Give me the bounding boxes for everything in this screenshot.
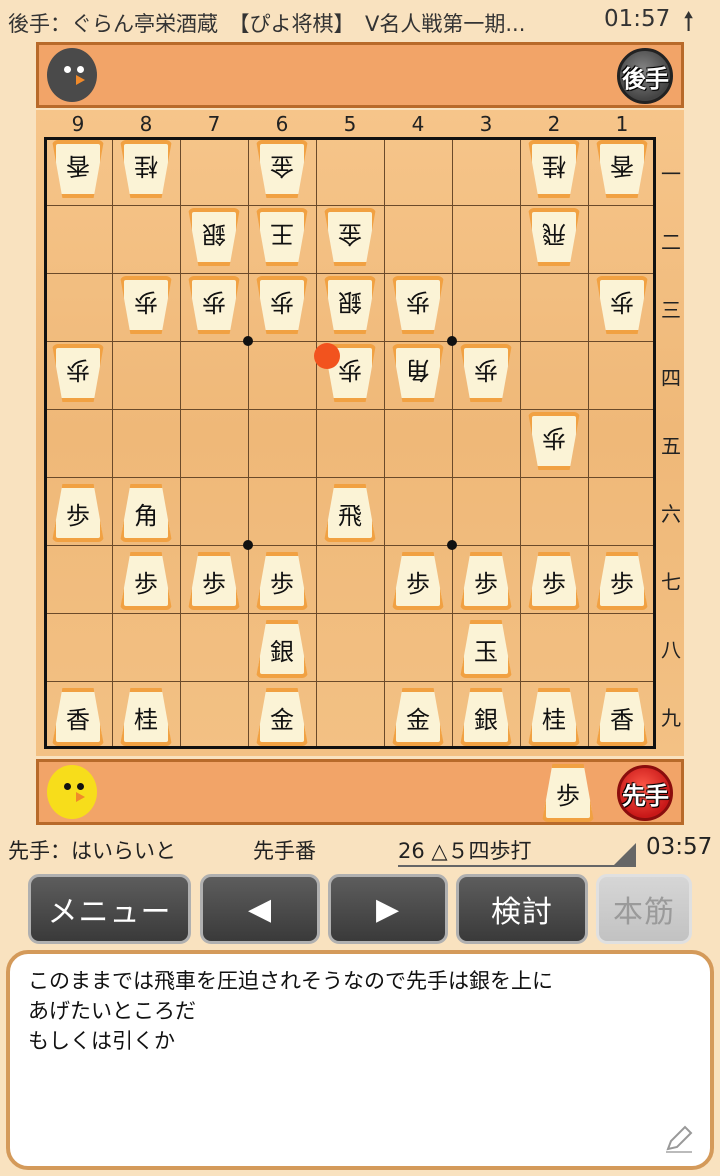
rank-label: 七: [661, 570, 681, 594]
file-label: 6: [275, 112, 289, 136]
rank-label: 八: [661, 638, 681, 662]
status-bar: 先手：はいらいと 先手番 26 △５四歩打 03:57: [0, 832, 720, 867]
grid-line: [384, 140, 385, 746]
grid-line: [47, 341, 653, 342]
analyze-button[interactable]: 検討: [456, 874, 588, 944]
grid-line: [248, 140, 249, 746]
rank-label: 六: [661, 502, 681, 526]
rank-label: 三: [661, 298, 681, 322]
grid-line: [47, 681, 653, 682]
grid-line: [47, 613, 653, 614]
comment-line: もしくは引くか: [28, 1029, 175, 1053]
turn-indicator: 先手番: [253, 839, 316, 863]
gote-clock: 01:57: [604, 6, 671, 32]
game-title: 後手：ぐらん亭栄酒蔵 【ぴよ将棋】 V名人戦第一期...: [8, 12, 526, 36]
grid-line: [452, 140, 453, 746]
grid-line: [112, 140, 113, 746]
star-point: [447, 336, 457, 346]
current-move: 26 △５四歩打: [398, 839, 532, 863]
grid-line: [47, 205, 653, 206]
menu-button[interactable]: メニュー: [28, 874, 191, 944]
prev-move-button[interactable]: ◀: [200, 874, 320, 944]
star-point: [447, 540, 457, 550]
file-label: 2: [547, 112, 561, 136]
last-move-marker: [314, 343, 340, 369]
pencil-icon[interactable]: [662, 1122, 696, 1156]
top-bar: 後手：ぐらん亭栄酒蔵 【ぴよ将棋】 V名人戦第一期... 01:57 🠕: [0, 0, 720, 42]
file-label: 7: [207, 112, 221, 136]
rank-label: 五: [661, 434, 681, 458]
file-label: 3: [479, 112, 493, 136]
file-label: 4: [411, 112, 425, 136]
rank-label: 一: [661, 162, 681, 186]
comment-line: あげたいところだ: [28, 999, 196, 1023]
hand-piece[interactable]: 歩: [542, 764, 594, 822]
grid-line: [47, 409, 653, 410]
file-label: 9: [71, 112, 85, 136]
sente-player: 先手：はいらいと: [8, 839, 176, 863]
sente-clock: 03:57: [646, 834, 713, 860]
comment-line: このままでは飛車を圧迫されそうなので先手は銀を上に: [28, 969, 553, 993]
comment-box[interactable]: このままでは飛車を圧迫されそうなので先手は銀を上に あげたいところだ もしくは引…: [6, 950, 714, 1170]
grid-line: [47, 477, 653, 478]
star-point: [243, 540, 253, 550]
grid-line: [316, 140, 317, 746]
grid-line: [520, 140, 521, 746]
star-point: [243, 336, 253, 346]
file-label: 1: [615, 112, 629, 136]
file-label: 5: [343, 112, 357, 136]
mainline-button: 本筋: [596, 874, 692, 944]
sente-seal: 先手: [617, 765, 673, 821]
rank-label: 四: [661, 366, 681, 390]
rank-label: 九: [661, 706, 681, 730]
rank-label: 二: [661, 230, 681, 254]
gote-seal: 後手: [617, 48, 673, 104]
up-arrow-icon[interactable]: 🠕: [683, 3, 694, 47]
grid-line: [47, 545, 653, 546]
grid-line: [588, 140, 589, 746]
crow-avatar: [47, 48, 97, 102]
grid-line: [180, 140, 181, 746]
file-label: 8: [139, 112, 153, 136]
next-move-button[interactable]: ▶: [328, 874, 448, 944]
grid-line: [47, 273, 653, 274]
move-selector[interactable]: 26 △５四歩打: [398, 835, 636, 867]
sente-piece-stand: 歩 先手: [36, 759, 684, 825]
gote-piece-stand: 後手: [36, 42, 684, 108]
chick-avatar: [47, 765, 97, 819]
